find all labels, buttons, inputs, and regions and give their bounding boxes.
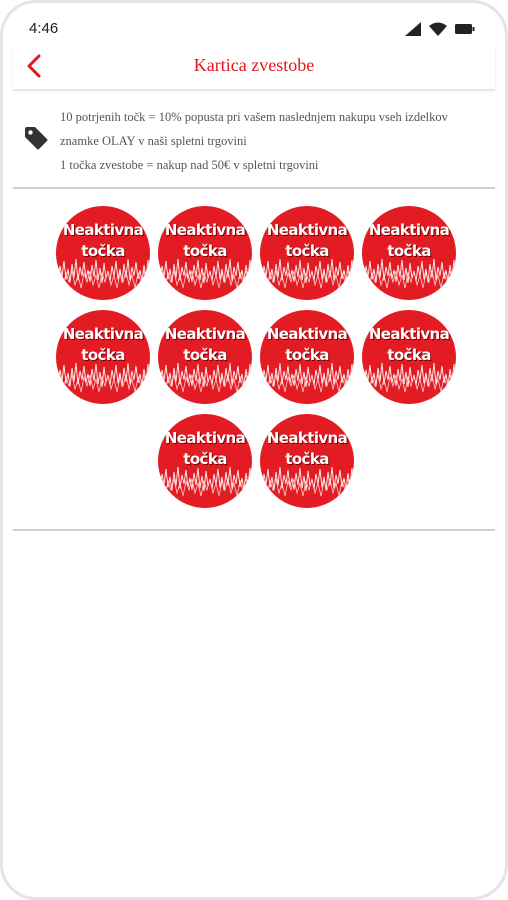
stamp-grid: Neaktivna točka Neaktivna točka Neaktivna toč…	[13, 189, 495, 531]
stamp-label: Neaktivna točka	[158, 428, 252, 470]
stamp-label-line1: Neaktivna	[368, 221, 450, 239]
stamp-label-line2: točka	[81, 242, 125, 260]
stamp-label-line1: Neaktivna	[164, 429, 246, 447]
stamp-label: Neaktivna točka	[260, 324, 354, 366]
stamp-label: Neaktivna točka	[56, 324, 150, 366]
stamp-inactive-point: Neaktivna točka	[158, 310, 252, 404]
stamp-label-line1: Neaktivna	[164, 325, 246, 343]
stamp-label: Neaktivna točka	[158, 324, 252, 366]
stamp-label-line1: Neaktivna	[266, 325, 348, 343]
stamp-label-line2: točka	[81, 346, 125, 364]
stamp-inactive-point: Neaktivna točka	[362, 206, 456, 300]
stamp-inactive-point: Neaktivna točka	[362, 310, 456, 404]
stamp-inactive-point: Neaktivna točka	[260, 414, 354, 508]
battery-icon	[455, 24, 475, 34]
stamp-label-line1: Neaktivna	[266, 429, 348, 447]
stamp-inactive-point: Neaktivna točka	[158, 414, 252, 508]
stamp-label-line2: točka	[387, 346, 431, 364]
stamp-label-line2: točka	[387, 242, 431, 260]
stamp-label-line1: Neaktivna	[368, 325, 450, 343]
tag-icon	[25, 127, 48, 150]
stamp-label: Neaktivna točka	[158, 220, 252, 262]
stamp-inactive-point: Neaktivna točka	[56, 310, 150, 404]
wifi-icon	[429, 22, 447, 36]
stamp-label: Neaktivna točka	[362, 324, 456, 366]
stamp-label-line2: točka	[285, 450, 329, 468]
stamp-inactive-point: Neaktivna točka	[260, 206, 354, 300]
stamp-label: Neaktivna točka	[56, 220, 150, 262]
stamp-label-line2: točka	[183, 346, 227, 364]
stamp-label-line2: točka	[183, 450, 227, 468]
info-rule-points: 1 točka zvestobe = nakup nad 50€ v splet…	[60, 158, 319, 172]
stamp-inactive-point: Neaktivna točka	[158, 206, 252, 300]
status-time: 4:46	[29, 20, 59, 37]
signal-icon	[405, 22, 421, 36]
stamp-label-line1: Neaktivna	[164, 221, 246, 239]
stamp-label-line2: točka	[285, 242, 329, 260]
phone-frame: 4:46 Kartica zvestobe 10 potrjenih točk …	[0, 0, 508, 900]
stamp-label: Neaktivna točka	[362, 220, 456, 262]
loyalty-info: 10 potrjenih točk = 10% popusta pri vaše…	[13, 95, 495, 189]
stamp-label: Neaktivna točka	[260, 220, 354, 262]
status-bar: 4:46	[3, 3, 505, 43]
info-text: 10 potrjenih točk = 10% popusta pri vaše…	[60, 105, 479, 177]
info-rule-discount: 10 potrjenih točk = 10% popusta pri vaše…	[60, 110, 448, 148]
stamp-label-line1: Neaktivna	[62, 325, 144, 343]
stamp-label-line1: Neaktivna	[266, 221, 348, 239]
page-title: Kartica zvestobe	[193, 55, 315, 75]
stamp-label-line2: točka	[285, 346, 329, 364]
app-bar: Kartica zvestobe	[13, 43, 495, 89]
status-icons	[405, 21, 475, 37]
stamp-label-line1: Neaktivna	[62, 221, 144, 239]
stamp-inactive-point: Neaktivna točka	[260, 310, 354, 404]
stamp-label: Neaktivna točka	[260, 428, 354, 470]
stamp-inactive-point: Neaktivna točka	[56, 206, 150, 300]
stamp-label-line2: točka	[183, 242, 227, 260]
